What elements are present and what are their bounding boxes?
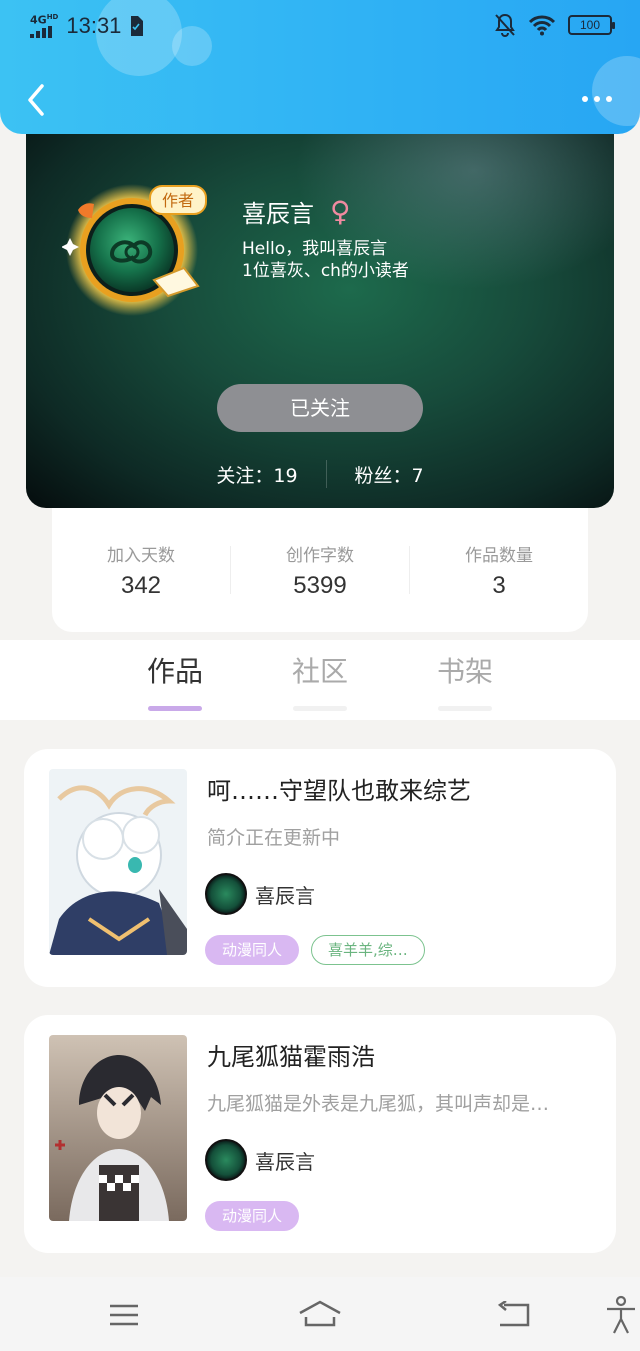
home-icon[interactable] bbox=[298, 1299, 342, 1333]
tab-bookshelf[interactable]: 书架 bbox=[415, 650, 515, 711]
return-icon[interactable] bbox=[496, 1299, 532, 1333]
following-count[interactable]: 关注：19 bbox=[216, 461, 297, 488]
back-icon[interactable] bbox=[22, 82, 50, 118]
battery-icon: 100 bbox=[568, 15, 615, 35]
work-card[interactable]: 呵……守望队也敢来综艺 简介正在更新中 喜辰言 动漫同人 喜羊羊,综… bbox=[24, 749, 616, 987]
fans-count[interactable]: 粉丝：7 bbox=[355, 461, 424, 488]
system-nav-bar bbox=[0, 1277, 640, 1351]
work-title[interactable]: 九尾狐猫霍雨浩 bbox=[207, 1037, 375, 1072]
menu-icon[interactable] bbox=[108, 1303, 140, 1331]
status-time: 13:31 bbox=[66, 12, 122, 38]
header: 4GHD 13:31 100 bbox=[0, 0, 640, 134]
tab-community[interactable]: 社区 bbox=[270, 650, 370, 711]
follow-button[interactable]: 已关注 bbox=[217, 384, 423, 432]
user-name: 喜辰言 ♀ bbox=[242, 195, 351, 228]
work-card[interactable]: 九尾狐猫霍雨浩 九尾狐猫是外表是九尾狐，其叫声却是… 喜辰言 动漫同人 bbox=[24, 1015, 616, 1253]
stat-join-days: 加入天数 342 bbox=[107, 545, 175, 599]
work-author[interactable]: 喜辰言 bbox=[205, 873, 315, 915]
stats-card: 加入天数 342 创作字数 5399 作品数量 3 bbox=[52, 508, 588, 632]
stat-works-count: 作品数量 3 bbox=[465, 545, 533, 599]
work-cover[interactable] bbox=[49, 1035, 187, 1221]
decor-bubble bbox=[592, 56, 640, 126]
profile-tabs: 作品 社区 书架 bbox=[0, 640, 640, 720]
follow-stats: 关注：19 粉丝：7 bbox=[26, 460, 614, 488]
wifi-icon bbox=[528, 15, 556, 36]
tab-works[interactable]: 作品 bbox=[125, 650, 225, 711]
tag[interactable]: 喜羊羊,综… bbox=[311, 935, 425, 965]
work-cover[interactable] bbox=[49, 769, 187, 955]
accessibility-icon[interactable] bbox=[604, 1295, 638, 1339]
work-tags: 动漫同人 喜羊羊,综… bbox=[205, 935, 425, 965]
female-icon: ♀ bbox=[330, 195, 351, 228]
tag[interactable]: 动漫同人 bbox=[205, 935, 300, 965]
work-description: 九尾狐猫是外表是九尾狐，其叫声却是… bbox=[207, 1093, 550, 1115]
sim-icon bbox=[131, 15, 144, 36]
author-badge: 作者 bbox=[162, 191, 194, 210]
avatar bbox=[205, 873, 247, 915]
more-icon[interactable] bbox=[582, 96, 612, 102]
bell-muted-icon bbox=[495, 13, 515, 37]
profile-card: 作者 喜辰言 ♀ Hello，我叫喜辰言 1位喜灰、ch的小读者 已关注 关注：… bbox=[26, 110, 614, 508]
avatar bbox=[205, 1139, 247, 1181]
divider bbox=[325, 460, 327, 488]
user-bio: Hello，我叫喜辰言 1位喜灰、ch的小读者 bbox=[242, 239, 409, 281]
work-description: 简介正在更新中 bbox=[207, 827, 341, 849]
work-tags: 动漫同人 bbox=[205, 1201, 300, 1231]
work-author[interactable]: 喜辰言 bbox=[205, 1139, 315, 1181]
stat-word-count: 创作字数 5399 bbox=[286, 545, 354, 599]
status-bar: 4GHD 13:31 100 bbox=[0, 0, 640, 50]
work-title[interactable]: 呵……守望队也敢来综艺 bbox=[207, 771, 471, 806]
signal-icon: 4GHD bbox=[30, 12, 58, 40]
tag[interactable]: 动漫同人 bbox=[205, 1201, 300, 1231]
author-avatar[interactable]: 作者 bbox=[61, 168, 212, 318]
